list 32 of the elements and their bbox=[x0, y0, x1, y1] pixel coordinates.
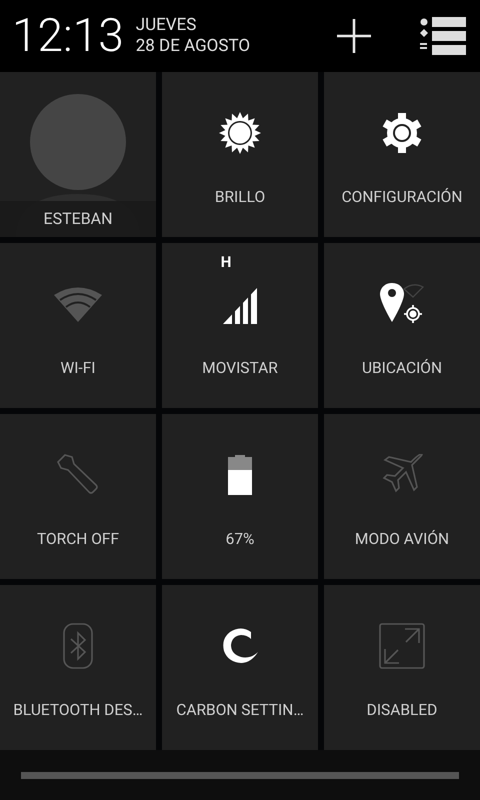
list-icon[interactable] bbox=[420, 17, 468, 55]
quick-setting-tile[interactable]: H MOVISTAR bbox=[162, 243, 318, 408]
clock-time: 12:13 bbox=[12, 13, 124, 59]
battery-icon bbox=[228, 455, 252, 495]
tile-label: 67% bbox=[226, 532, 254, 548]
tile-label: TORCH OFF bbox=[36, 532, 120, 548]
quick-setting-tile[interactable]: CARBON SETTIN… bbox=[162, 585, 318, 750]
tile-label: DISABLED bbox=[366, 703, 438, 718]
quick-setting-tile[interactable]: BRILLO bbox=[162, 72, 318, 237]
quick-setting-tile[interactable]: MODO AVIÓN bbox=[324, 414, 480, 579]
tile-label: MOVISTAR bbox=[202, 361, 278, 376]
add-icon[interactable] bbox=[336, 18, 372, 54]
tile-label: UBICACIÓN bbox=[362, 361, 442, 376]
user-tile[interactable]: ESTEBAN bbox=[0, 72, 156, 237]
tile-label: MODO AVIÓN bbox=[354, 532, 450, 548]
tile-label: ESTEBAN bbox=[43, 208, 113, 230]
quick-setting-tile[interactable]: 67% bbox=[162, 414, 318, 579]
tile-label: BRILLO bbox=[214, 190, 266, 206]
quick-setting-tile[interactable]: UBICACIÓN bbox=[324, 243, 480, 408]
tile-label: WI-FI bbox=[60, 361, 96, 376]
date: 28 DE AGOSTO bbox=[136, 38, 250, 55]
quick-setting-tile[interactable]: CONFIGURACIÓN bbox=[324, 72, 480, 237]
tile-label: CONFIGURACIÓN bbox=[342, 190, 462, 206]
weekday: JUEVES bbox=[136, 17, 198, 34]
tile-label: CARBON SETTIN… bbox=[176, 703, 304, 718]
network-type: H bbox=[220, 255, 232, 270]
tile-label: BLUETOOTH DES… bbox=[13, 703, 143, 718]
quick-setting-tile[interactable]: DISABLED bbox=[324, 585, 480, 750]
quick-setting-tile[interactable]: TORCH OFF bbox=[0, 414, 156, 579]
quick-setting-tile[interactable]: WI-FI bbox=[0, 243, 156, 408]
quick-setting-tile[interactable]: BLUETOOTH DES… bbox=[0, 585, 156, 750]
drag-handle[interactable] bbox=[21, 772, 459, 778]
